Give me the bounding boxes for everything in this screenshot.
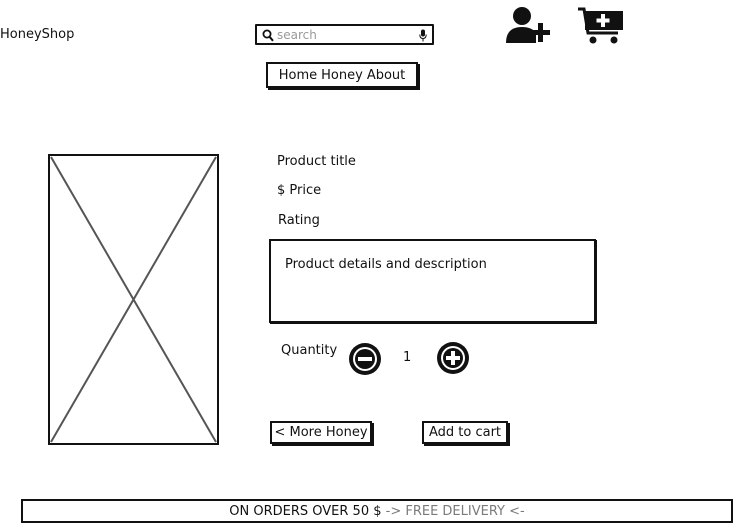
- quantity-label: Quantity: [281, 343, 338, 358]
- product-image-placeholder: [48, 154, 219, 445]
- add-user-icon[interactable]: [505, 5, 555, 45]
- quantity-value: 1: [403, 350, 412, 365]
- add-to-cart-icon[interactable]: [578, 7, 626, 45]
- main-nav: Home Honey About: [266, 62, 418, 88]
- nav-item-home[interactable]: Home: [279, 68, 317, 83]
- product-rating: Rating: [278, 213, 320, 228]
- add-to-cart-button[interactable]: Add to cart: [422, 421, 508, 444]
- product-description: Product details and description: [285, 257, 487, 272]
- free-delivery-banner: ON ORDERS OVER 50 $ -> FREE DELIVERY <-: [21, 499, 733, 523]
- nav-item-about[interactable]: About: [367, 68, 405, 83]
- product-title: Product title: [277, 154, 356, 169]
- nav-item-honey[interactable]: Honey: [321, 68, 363, 83]
- search-icon: [262, 29, 274, 42]
- search-bar[interactable]: [255, 24, 434, 45]
- search-input[interactable]: [277, 27, 412, 42]
- product-description-box: Product details and description: [269, 239, 596, 323]
- plus-circle-icon[interactable]: [436, 341, 470, 375]
- microphone-icon[interactable]: [419, 29, 427, 42]
- banner-text: ON ORDERS OVER 50 $: [229, 503, 386, 519]
- brand-logo-text[interactable]: HoneyShop: [0, 27, 74, 42]
- more-honey-button[interactable]: < More Honey: [270, 421, 372, 444]
- product-price: $ Price: [277, 183, 322, 198]
- banner-highlight: -> FREE DELIVERY <-: [385, 503, 525, 519]
- minus-circle-icon[interactable]: [348, 342, 382, 376]
